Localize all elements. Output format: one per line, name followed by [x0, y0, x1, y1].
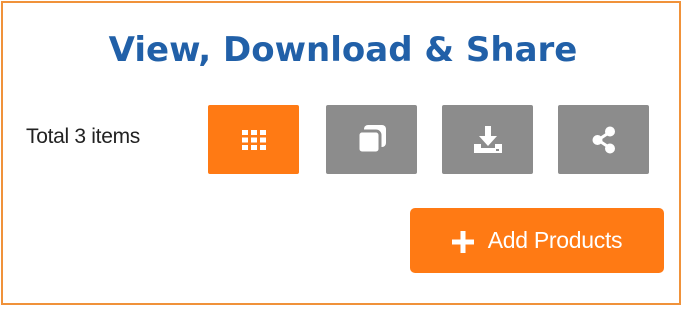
- copy-button[interactable]: [326, 105, 417, 174]
- grid-view-button[interactable]: [208, 105, 299, 174]
- add-products-label: Add Products: [487, 227, 623, 253]
- item-count-label: Total 3 items: [26, 125, 140, 148]
- share-icon: [592, 126, 615, 153]
- download-button[interactable]: [442, 105, 533, 174]
- page-title: View, Download & Share: [108, 30, 578, 70]
- share-button[interactable]: [558, 105, 649, 174]
- copy-icon: [356, 124, 386, 154]
- grid-icon: [241, 129, 266, 150]
- plus-icon: [451, 230, 474, 253]
- add-products-button[interactable]: Add Products: [410, 208, 664, 273]
- download-icon: [473, 125, 502, 153]
